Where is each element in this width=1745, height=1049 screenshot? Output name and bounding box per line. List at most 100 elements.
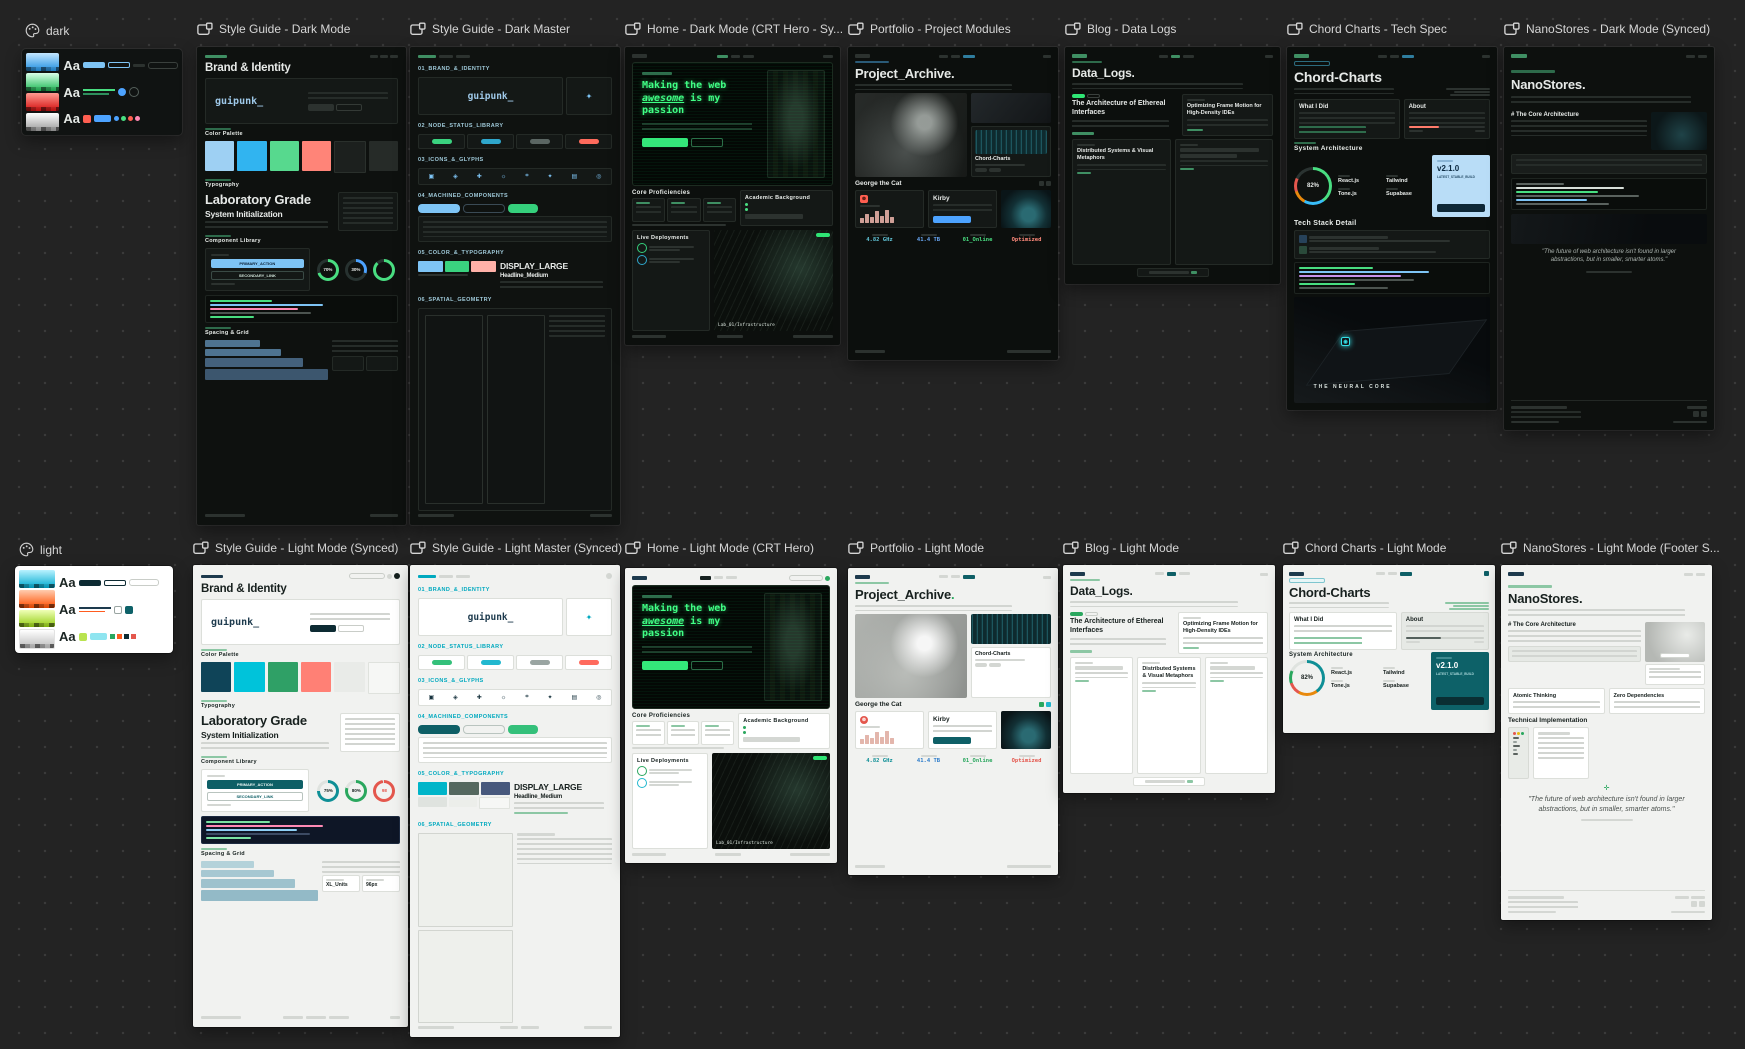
frame-style-guide-light-master[interactable]: 01_BRAND_&_IDENTITY guipunk_ ✦ 02_NODE_S… (410, 565, 620, 1037)
frame-style-guide-light-mode[interactable]: Brand & Identity guipunk_ Color Palette … (193, 565, 408, 1027)
nav-item-active[interactable] (1167, 572, 1176, 576)
nav-item-active[interactable] (717, 55, 728, 58)
nav-icon-skeleton[interactable] (1043, 576, 1051, 579)
frame-title-nano-light[interactable]: NanoStores - Light Mode (Footer S... (1501, 541, 1720, 555)
search-pill[interactable] (789, 575, 823, 581)
machined-button-outline[interactable] (463, 725, 505, 734)
topbar-icons[interactable] (370, 55, 398, 58)
tab-skeleton[interactable] (439, 55, 453, 58)
icon-skeleton[interactable] (387, 574, 392, 579)
nav-item[interactable] (1155, 572, 1164, 575)
nav-item[interactable] (1159, 55, 1168, 58)
nav-icon-skeleton[interactable] (1482, 55, 1490, 58)
kirby-card[interactable]: Kirby (928, 190, 997, 228)
read-log-link[interactable] (1187, 129, 1203, 131)
tab-skeleton[interactable] (456, 55, 470, 58)
nav-icon-skeleton[interactable] (1260, 573, 1268, 576)
social-icon[interactable] (1691, 901, 1697, 907)
nav-icon-skeleton[interactable] (1043, 55, 1051, 58)
avatar[interactable] (394, 573, 400, 579)
primary-action-button[interactable]: PRIMARY_ACTION (211, 259, 304, 268)
machined-button-primary[interactable] (418, 204, 460, 213)
tab-skeleton[interactable] (456, 575, 470, 578)
article-card[interactable]: Distributed Systems & Visual Metaphors (1072, 139, 1171, 265)
swatch-surface[interactable] (334, 141, 365, 173)
checkbox-sample[interactable] (83, 115, 91, 123)
open-project-button[interactable] (933, 216, 971, 223)
button-skeleton[interactable] (338, 625, 364, 632)
read-log-link[interactable] (1077, 172, 1091, 174)
swatch-primary[interactable] (201, 662, 231, 692)
nav-item[interactable] (939, 575, 948, 578)
frame-title-home-dark[interactable]: Home - Dark Mode (CRT Hero - Sy... (625, 22, 843, 36)
frame-title-blog-dark[interactable]: Blog - Data Logs (1065, 22, 1176, 36)
nav-item[interactable] (743, 55, 754, 58)
view-source-button[interactable] (691, 661, 723, 670)
nav-item[interactable] (1686, 55, 1695, 58)
link-icon[interactable] (1039, 702, 1044, 707)
tab-skeleton-active[interactable] (418, 575, 436, 578)
article-card[interactable]: Distributed Systems & Visual Metaphors (1137, 657, 1200, 774)
swatch-alert[interactable] (302, 141, 331, 171)
tab-skeleton-active[interactable] (418, 55, 436, 58)
nav-item[interactable] (1179, 572, 1190, 575)
nav-item[interactable] (1388, 572, 1397, 575)
download-profile-button[interactable] (642, 661, 688, 670)
frame-chord-light[interactable]: Chord-Charts What I Did About System Arc… (1283, 565, 1495, 733)
read-more-link[interactable] (1070, 650, 1092, 653)
nav-item-active[interactable] (1400, 572, 1412, 576)
frame-title-portfolio-light[interactable]: Portfolio - Light Mode (848, 541, 984, 555)
frame-title-style-guide-dark-master[interactable]: Style Guide - Dark Master (410, 22, 570, 36)
frame-title-portfolio-dark[interactable]: Portfolio - Project Modules (848, 22, 1011, 36)
machined-button-confirm[interactable] (508, 725, 538, 734)
swatch-light1[interactable] (418, 797, 447, 807)
swatch-cyan[interactable] (234, 662, 264, 692)
download-profile-button[interactable] (642, 138, 688, 147)
nav-item-active[interactable] (1171, 55, 1180, 58)
frame-portfolio-light[interactable]: Project_Archive . Chord-Charts George th… (848, 568, 1058, 875)
search-field-sample[interactable] (148, 62, 178, 69)
link-icon[interactable] (1039, 181, 1044, 186)
social-icon[interactable] (1699, 901, 1705, 907)
frame-style-guide-dark-mode[interactable]: Brand & Identity guipunk_ Color Palette … (197, 47, 406, 525)
frame-nano-dark[interactable]: NanoStores. # The Core Architecture "The… (1504, 47, 1714, 430)
swatch-light3[interactable] (479, 797, 510, 809)
button-skeleton[interactable] (308, 104, 334, 111)
frame-home-light[interactable]: Making the web awesome is my passion Cor… (625, 568, 837, 863)
light-theme-swatch-panel[interactable]: Aa Aa Aa (15, 566, 173, 653)
article-card[interactable] (1070, 657, 1133, 774)
frame-title-style-guide-light-master[interactable]: Style Guide - Light Master (Synced) (410, 541, 622, 555)
pagination-pill[interactable] (1137, 268, 1209, 277)
nav-item[interactable] (1183, 55, 1194, 58)
swatch-primary[interactable] (205, 141, 234, 171)
nav-item[interactable] (951, 575, 960, 578)
secondary-link-button[interactable]: SECONDARY_LINK (207, 792, 303, 801)
swatch-surface[interactable] (334, 662, 364, 692)
nav-item[interactable] (951, 55, 960, 58)
article-card[interactable]: Optimizing Frame Motion for High-Density… (1178, 612, 1268, 654)
nav-cta-skeleton[interactable] (823, 55, 833, 58)
machined-button-outline[interactable] (463, 204, 505, 213)
read-log-link[interactable] (1183, 647, 1199, 649)
frame-home-dark[interactable]: Making the web awesome is my passion Cor… (625, 47, 840, 345)
nav-icon-skeleton[interactable] (1265, 55, 1273, 58)
machined-button-primary[interactable] (418, 725, 460, 734)
nav-icon[interactable] (1484, 571, 1489, 576)
view-source-button[interactable] (691, 138, 723, 147)
frame-chord-dark[interactable]: Chord-Charts What I Did About System Arc… (1287, 47, 1497, 410)
frame-portfolio-dark[interactable]: Project_Archive. Chord-Charts George the… (848, 47, 1058, 360)
pagination-pill[interactable] (1133, 777, 1205, 786)
secondary-button-sample[interactable] (104, 580, 126, 586)
swatch-sage[interactable] (449, 782, 478, 795)
primary-button-sample[interactable] (79, 580, 101, 586)
frame-title-style-guide-light-mode[interactable]: Style Guide - Light Mode (Synced) (193, 541, 398, 555)
machined-button-confirm[interactable] (508, 204, 538, 213)
swatch-green[interactable] (445, 261, 470, 272)
link-skeleton[interactable] (514, 812, 568, 814)
tab-bar[interactable] (418, 55, 612, 58)
read-log-link[interactable] (1210, 680, 1224, 682)
swatch-pink[interactable] (471, 261, 496, 272)
primary-button-sample[interactable] (83, 62, 105, 68)
chip-sample[interactable] (94, 115, 111, 122)
nav-item[interactable] (1378, 55, 1387, 58)
